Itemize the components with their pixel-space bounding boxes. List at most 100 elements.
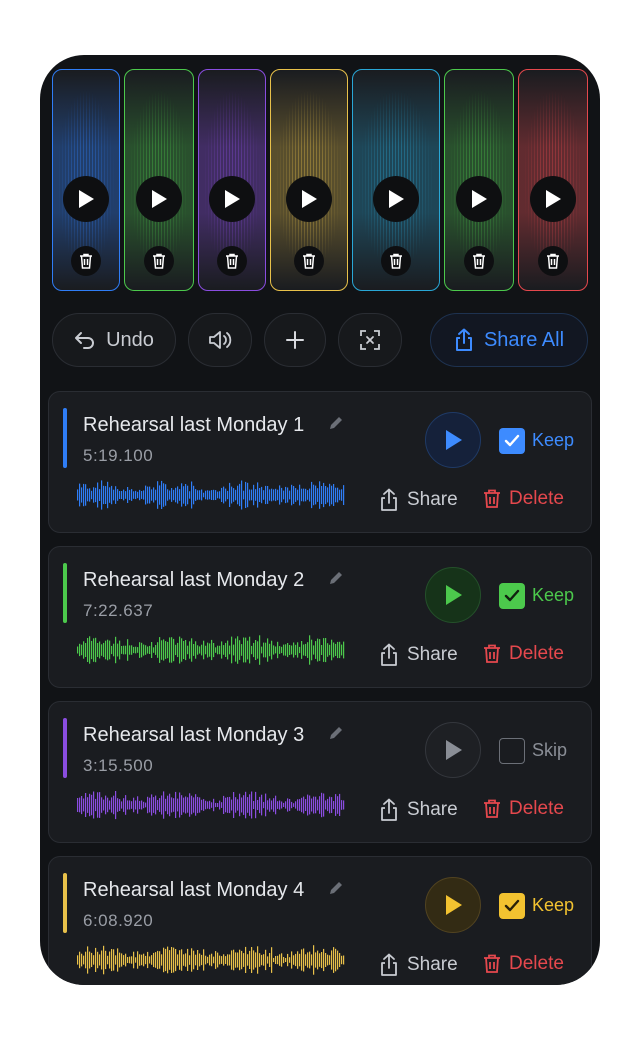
recording-title: Rehearsal last Monday 3 [83,724,305,746]
trash-icon[interactable] [217,246,247,276]
share-icon [381,798,397,821]
recording-card: Rehearsal last Monday 2 7:22.637 Keep Sh… [48,546,592,688]
play-icon[interactable] [136,176,182,222]
edit-pencil-icon[interactable] [327,569,345,592]
share-all-button[interactable]: Share All [430,313,588,367]
share-icon [455,328,472,351]
play-button[interactable] [425,877,481,933]
plus-icon [286,331,304,349]
delete-button[interactable]: Delete [483,643,564,665]
clip-tile-5[interactable] [352,69,440,291]
play-icon[interactable] [456,176,502,222]
color-indicator [63,563,67,623]
color-indicator [63,718,67,778]
skip-checkbox[interactable] [499,738,525,764]
share-label: Share [407,489,458,510]
app-screen: Undo Share All Rehearsal last Monday 1 5… [40,55,600,985]
recording-duration: 7:22.637 [83,601,154,620]
play-button[interactable] [425,567,481,623]
trash-icon[interactable] [381,246,411,276]
undo-button[interactable]: Undo [52,313,176,367]
play-icon[interactable] [286,176,332,222]
trash-icon[interactable] [464,246,494,276]
delete-button[interactable]: Delete [483,488,564,510]
recording-waveform [77,635,345,665]
play-icon[interactable] [209,176,255,222]
undo-icon [75,332,95,349]
recording-title: Rehearsal last Monday 2 [83,569,305,591]
share-all-label: Share All [483,328,565,351]
play-button[interactable] [425,412,481,468]
keep-checkbox[interactable] [499,893,525,919]
delete-label: Delete [509,798,564,819]
keep-label: Keep [532,430,575,450]
recording-waveform [77,480,345,510]
recording-duration: 5:19.100 [83,446,154,465]
trash-icon [484,489,500,508]
edit-pencil-icon[interactable] [327,414,345,437]
play-icon [446,585,462,605]
play-icon[interactable] [530,176,576,222]
recording-duration: 6:08.920 [83,911,154,930]
recording-duration: 3:15.500 [83,756,154,775]
checkmark-icon [504,589,520,602]
recording-title: Rehearsal last Monday 4 [83,879,305,901]
keep-checkbox[interactable] [499,583,525,609]
clip-strip [40,55,600,305]
share-button[interactable]: Share [379,643,458,667]
share-button[interactable]: Share [379,488,458,512]
play-icon[interactable] [63,176,109,222]
share-icon [381,643,397,666]
color-indicator [63,873,67,933]
color-indicator [63,408,67,468]
add-button[interactable] [264,313,326,367]
clip-tile-2[interactable] [124,69,194,291]
play-icon [446,895,462,915]
share-button[interactable]: Share [379,798,458,822]
fit-button[interactable] [338,313,402,367]
volume-button[interactable] [188,313,252,367]
checkmark-icon [504,899,520,912]
delete-label: Delete [509,643,564,664]
recording-card: Rehearsal last Monday 3 3:15.500 Skip Sh… [48,701,592,843]
clip-tile-6[interactable] [444,69,514,291]
delete-button[interactable]: Delete [483,953,564,975]
undo-label: Undo [106,328,154,351]
share-label: Share [407,954,458,975]
clip-tile-7[interactable] [518,69,588,291]
edit-pencil-icon[interactable] [327,879,345,902]
share-button[interactable]: Share [379,953,458,977]
clip-tile-1[interactable] [52,69,120,291]
recording-card: Rehearsal last Monday 1 5:19.100 Keep Sh… [48,391,592,533]
trash-icon [484,954,500,973]
clip-tile-3[interactable] [198,69,266,291]
recording-title: Rehearsal last Monday 1 [83,414,305,436]
skip-label: Skip [532,740,568,760]
trash-icon[interactable] [538,246,568,276]
delete-button[interactable]: Delete [483,798,564,820]
share-label: Share [407,644,458,665]
play-button[interactable] [425,722,481,778]
keep-checkbox[interactable] [499,428,525,454]
toolbar: Undo Share All [40,313,600,369]
play-icon[interactable] [373,176,419,222]
share-icon [381,953,397,976]
checkmark-icon [504,434,520,447]
trash-icon[interactable] [144,246,174,276]
play-icon [446,740,462,760]
trash-icon [484,799,500,818]
speaker-icon [209,331,232,349]
trash-icon [484,644,500,663]
keep-label: Keep [532,585,575,605]
crop-x-icon [360,330,380,350]
recording-waveform [77,791,345,820]
trash-icon[interactable] [294,246,324,276]
delete-label: Delete [509,953,564,974]
share-label: Share [407,799,458,820]
clip-tile-4[interactable] [270,69,348,291]
edit-pencil-icon[interactable] [327,724,345,747]
share-icon [381,488,397,511]
recording-waveform [77,945,345,975]
trash-icon[interactable] [71,246,101,276]
play-icon [446,430,462,450]
